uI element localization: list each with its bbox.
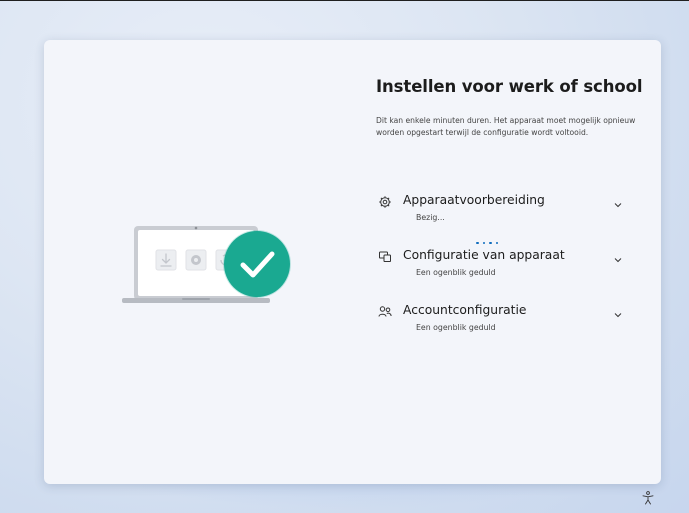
gear-icon: [379, 196, 391, 208]
chevron-down-icon[interactable]: [613, 310, 623, 320]
chevron-down-icon[interactable]: [613, 255, 623, 265]
checkmark-badge-icon: [223, 230, 291, 298]
step-status: Een ogenblik geduld: [416, 268, 496, 277]
setup-card: Instellen voor werk of school Dit kan en…: [44, 40, 661, 484]
step-status: Bezig...: [416, 213, 445, 222]
devices-icon: [379, 251, 391, 262]
accessibility-icon[interactable]: [642, 491, 654, 505]
top-border: [0, 0, 689, 1]
step-label: Accountconfiguratie: [403, 303, 527, 317]
progress-dots: [476, 229, 506, 244]
step-label: Apparaatvoorbereiding: [403, 193, 545, 207]
chevron-down-icon[interactable]: [613, 200, 623, 210]
page-description: Dit kan enkele minuten duren. Het appara…: [376, 116, 636, 137]
laptop-illustration: [122, 226, 291, 303]
step-status: Een ogenblik geduld: [416, 323, 496, 332]
page-title: Instellen voor werk of school: [376, 77, 643, 96]
download-icon: [155, 249, 177, 271]
people-icon: [378, 306, 392, 317]
step-label: Configuratie van apparaat: [403, 248, 565, 262]
settings-icon: [185, 249, 207, 271]
